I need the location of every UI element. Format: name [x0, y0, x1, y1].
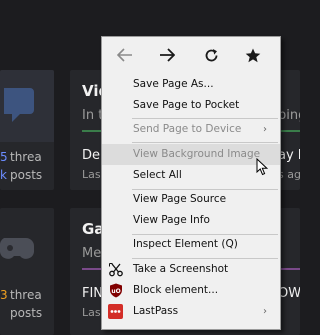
arrow-left-icon [117, 48, 132, 62]
thread-label: threa [10, 150, 42, 164]
reload-icon [205, 48, 217, 61]
reload-button[interactable] [196, 41, 226, 69]
menu-item-label: LastPass [133, 305, 179, 317]
latest-thread-title[interactable]: FIN [82, 286, 103, 301]
chevron-right-icon: › [263, 306, 267, 317]
forward-button[interactable] [152, 41, 182, 69]
menu-item-label: Take a Screenshot [133, 263, 229, 275]
mouse-cursor-icon [256, 158, 268, 176]
thread-label: threa [10, 288, 42, 302]
menu-item-label: View Background Image [133, 148, 261, 160]
gamepad-icon [0, 238, 34, 259]
menu-item-block-element[interactable]: uO Block element... [102, 280, 280, 301]
menu-item-send-to-device[interactable]: Send Page to Device › [102, 119, 280, 140]
post-count: k [0, 168, 7, 182]
star-icon [245, 48, 261, 62]
latest-thread-right[interactable]: OW [278, 286, 300, 301]
forum-card-top-left: 5 threa k posts [0, 70, 54, 190]
menu-item-inspect-element[interactable]: Inspect Element (Q) [102, 234, 280, 255]
menu-item-label: Inspect Element (Q) [133, 238, 238, 250]
forum-subtitle-right: ping [278, 108, 300, 123]
latest-thread-right-meta: s ag [278, 168, 300, 181]
scissors-icon [108, 262, 123, 277]
forum-subtitle: Me [82, 246, 102, 261]
latest-thread-meta: Las [82, 306, 101, 319]
thread-count: 5 [0, 150, 8, 164]
bookmark-button[interactable] [238, 41, 268, 69]
navigation-row [102, 37, 280, 73]
latest-thread-meta: Las [82, 168, 101, 181]
context-menu: Save Page As... Save Page to Pocket Send… [101, 36, 281, 330]
menu-item-label: View Page Source [133, 193, 227, 205]
menu-item-view-page-info[interactable]: View Page Info [102, 210, 280, 231]
menu-item-save-to-pocket[interactable]: Save Page to Pocket [102, 95, 280, 116]
menu-item-label: Block element... [133, 284, 219, 296]
ublock-origin-icon: uO [108, 283, 123, 298]
arrow-right-icon [160, 48, 175, 62]
menu-item-label: Save Page to Pocket [133, 99, 240, 111]
menu-item-take-screenshot[interactable]: Take a Screenshot [102, 259, 280, 280]
menu-item-lastpass[interactable]: LastPass › [102, 301, 280, 322]
menu-item-label: Save Page As... [133, 78, 214, 90]
latest-thread-right[interactable]: ay D [278, 148, 300, 163]
menu-item-view-background-image[interactable]: View Background Image [102, 144, 280, 165]
menu-item-select-all[interactable]: Select All [102, 165, 280, 186]
menu-item-save-page-as[interactable]: Save Page As... [102, 74, 280, 95]
menu-item-label: Select All [133, 169, 182, 181]
chevron-right-icon: › [263, 124, 267, 135]
lastpass-icon [108, 304, 123, 319]
svg-text:uO: uO [111, 288, 120, 295]
latest-thread-title[interactable]: De [82, 148, 100, 163]
menu-separator [132, 142, 278, 143]
post-label: posts [10, 306, 43, 320]
post-label: posts [10, 168, 43, 182]
menu-item-label: View Page Info [133, 214, 210, 226]
forum-card-bottom-left: 3 threa posts [0, 208, 54, 335]
menu-item-view-page-source[interactable]: View Page Source [102, 189, 280, 210]
chat-bubble-icon [4, 88, 34, 122]
back-button[interactable] [110, 41, 140, 69]
menu-item-label: Send Page to Device [133, 123, 242, 135]
thread-count: 3 [0, 288, 8, 302]
